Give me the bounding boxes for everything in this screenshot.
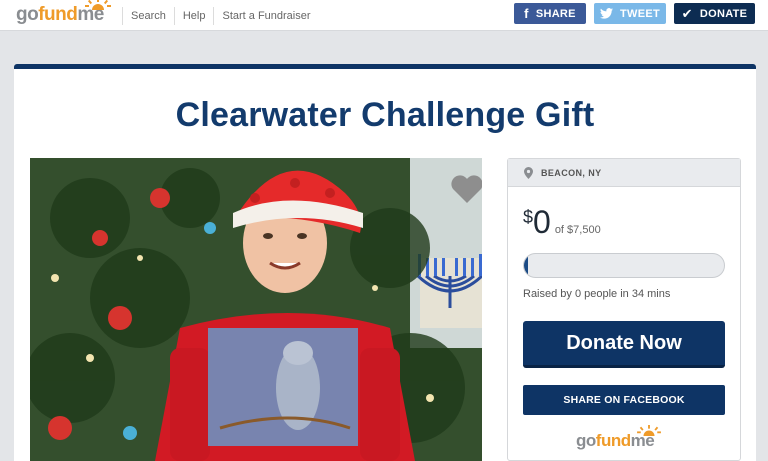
location-text: BEACON, NY (541, 167, 602, 178)
map-pin-icon (524, 166, 533, 179)
share-label: SHARE (535, 7, 576, 20)
currency-symbol: $ (523, 207, 534, 227)
donate-label: DONATE (699, 7, 748, 20)
share-on-facebook-button[interactable]: SHARE ON FACEBOOK (523, 385, 725, 415)
nav-help-link[interactable]: Help (173, 6, 214, 25)
donate-now-button[interactable]: Donate Now (523, 321, 725, 368)
logo-sun-icon (637, 425, 661, 436)
logo-text-fund: fund (38, 4, 78, 25)
nav-start-fundraiser-link[interactable]: Start a Fundraiser (213, 6, 318, 25)
logo-text-go: go (16, 4, 39, 25)
tweet-label: TWEET (620, 7, 660, 20)
nav-links: Search Help Start a Fundraiser (122, 0, 319, 31)
top-navigation-bar: gofundme Search Help Start a Fundraiser … (0, 0, 768, 31)
nav-search-link[interactable]: Search (122, 6, 174, 25)
tweet-button[interactable]: TWEET (594, 3, 666, 24)
heart-icon[interactable] (450, 174, 482, 204)
logo-text-fund: fund (595, 431, 631, 450)
raised-amount: 0 (533, 204, 551, 240)
campaign-photo-illustration (30, 158, 482, 461)
donation-sidebar: BEACON, NY $ 0 of $7,500 Raised by 0 peo… (507, 158, 741, 461)
campaign-title: Clearwater Challenge Gift (175, 96, 595, 134)
campaign-card: Clearwater Challenge Gift BEACON, NY $ 0… (14, 64, 756, 461)
progress-fill (524, 254, 528, 277)
gofundme-footer-logo[interactable]: gofundme (576, 425, 661, 451)
twitter-icon (600, 8, 613, 19)
goal-amount: of $7,500 (554, 224, 601, 236)
facebook-icon: f (524, 6, 529, 21)
campaign-photo[interactable] (30, 158, 482, 461)
donate-nav-button[interactable]: ✔ DONATE (674, 3, 755, 24)
progress-bar (523, 253, 725, 278)
logo-text-go: go (576, 431, 596, 450)
raised-by-text: Raised by 0 people in 34 mins (523, 288, 671, 300)
gofundme-logo[interactable]: gofundme (16, 0, 111, 28)
checkmark-icon: ✔ (681, 5, 693, 21)
amount-raised: $ 0 of $7,500 (523, 204, 601, 241)
logo-sun-icon (85, 0, 111, 10)
share-button[interactable]: f SHARE (514, 3, 586, 24)
location-header: BEACON, NY (508, 159, 740, 187)
